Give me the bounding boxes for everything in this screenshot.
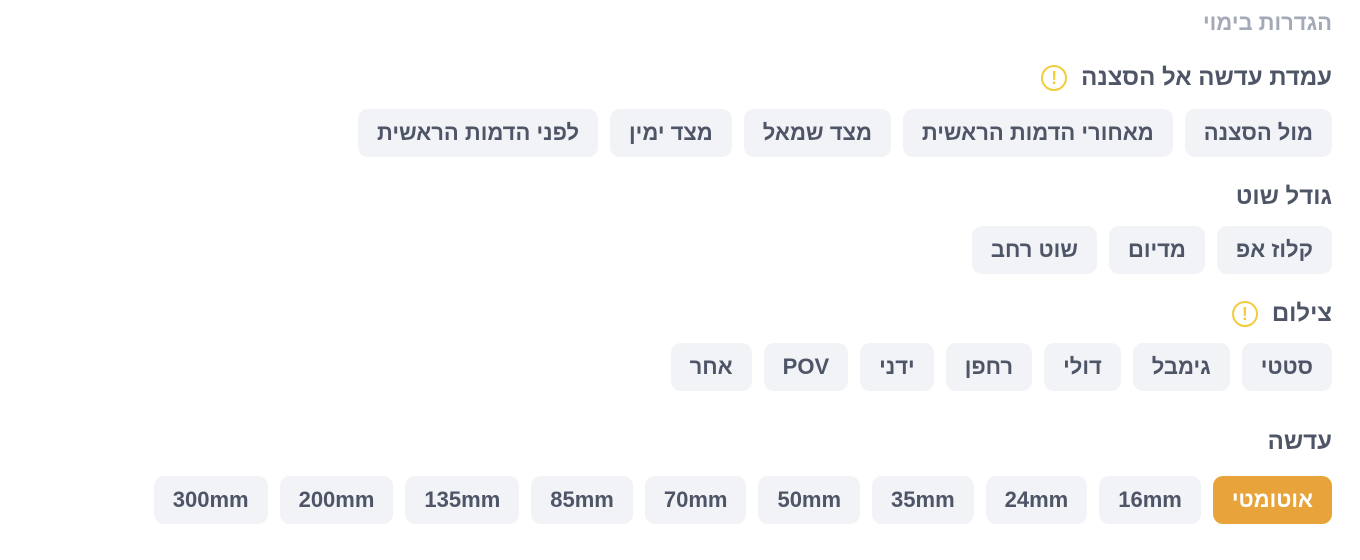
section-title: הגדרות בימוי <box>1203 10 1332 35</box>
shot-size-option[interactable]: שוט רחב <box>971 226 1097 274</box>
camera-position-option[interactable]: מאחורי הדמות הראשית <box>902 109 1173 157</box>
filming-option[interactable]: ידני <box>860 343 934 391</box>
lens-options: אוטומטי 16mm 24mm 35mm 50mm 70mm 85mm 13… <box>153 476 1332 524</box>
filming-option[interactable]: POV <box>763 343 849 391</box>
lens-option-selected[interactable]: אוטומטי <box>1212 476 1332 524</box>
shot-size-options: קלוז אפ מדיום שוט רחב <box>971 226 1332 274</box>
lens-option[interactable]: 16mm <box>1099 476 1201 524</box>
camera-position-option[interactable]: מול הסצנה <box>1184 109 1332 157</box>
shot-size-option[interactable]: קלוז אפ <box>1216 226 1332 274</box>
lens-option[interactable]: 85mm <box>531 476 633 524</box>
lens-option[interactable]: 135mm <box>405 476 520 524</box>
camera-position-option[interactable]: מצד שמאל <box>743 109 891 157</box>
filming-option[interactable]: גימבל <box>1132 343 1230 391</box>
lens-label-row: עדשה <box>1268 428 1332 456</box>
camera-position-option[interactable]: לפני הדמות הראשית <box>357 109 599 157</box>
lens-option[interactable]: 35mm <box>872 476 974 524</box>
filming-option[interactable]: אחר <box>670 343 752 391</box>
filming-option[interactable]: רחפן <box>945 343 1033 391</box>
filming-option[interactable]: סטטי <box>1241 343 1332 391</box>
lens-option[interactable]: 50mm <box>758 476 861 524</box>
camera-position-option[interactable]: מצד ימין <box>610 109 732 157</box>
filming-label: צילום <box>1271 300 1332 327</box>
warning-icon[interactable]: ! <box>1041 65 1068 91</box>
camera-position-options: מול הסצנה מאחורי הדמות הראשית מצד שמאל מ… <box>357 109 1332 157</box>
filming-option[interactable]: דולי <box>1044 343 1121 391</box>
camera-position-label: עמדת עדשה אל הסצנה <box>1081 64 1332 91</box>
warning-icon[interactable]: ! <box>1231 301 1258 327</box>
shot-size-label-row: גודל שוט <box>1236 183 1332 211</box>
filming-options: סטטי גימבל דולי רחפן ידני POV אחר <box>670 343 1332 391</box>
shot-size-label: גודל שוט <box>1235 183 1332 210</box>
camera-position-label-row: עמדת עדשה אל הסצנה ! <box>1041 64 1332 92</box>
lens-option[interactable]: 300mm <box>153 476 268 524</box>
lens-option[interactable]: 24mm <box>985 476 1088 524</box>
filming-label-row: צילום ! <box>1231 300 1332 328</box>
lens-option[interactable]: 70mm <box>644 476 747 524</box>
lens-option[interactable]: 200mm <box>279 476 394 524</box>
lens-label: עדשה <box>1267 428 1332 455</box>
shot-size-option[interactable]: מדיום <box>1108 226 1205 274</box>
